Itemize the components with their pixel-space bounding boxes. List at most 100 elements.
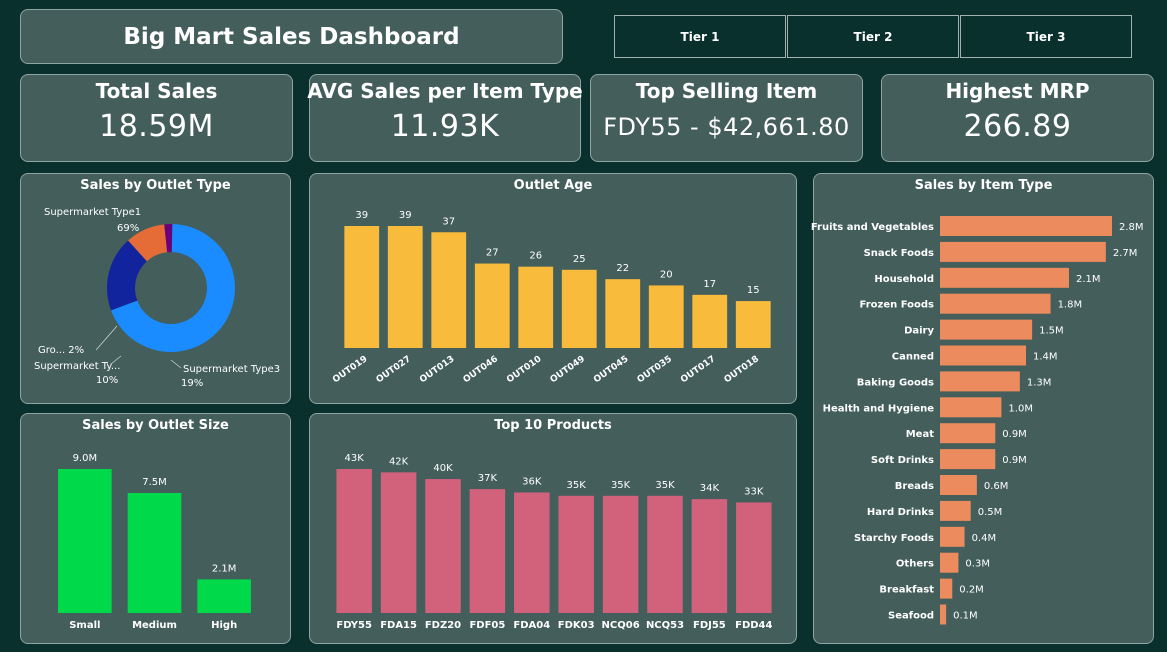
kpi-avg-sales-label: AVG Sales per Item Type [307, 79, 583, 103]
bar [469, 489, 506, 613]
outlet-type-chart-panel: Sales by Outlet Type Supermarket Type1 69… [20, 173, 291, 404]
bar [940, 345, 1026, 366]
y-tick-label: Health and Hygiene [823, 403, 935, 414]
outlet-size-chart-panel: Sales by Outlet Size 9.0M Small 7.5M Medium… [20, 413, 291, 644]
bar-value-label: 39 [355, 210, 368, 221]
bar-value-label: 0.1M [953, 611, 978, 622]
bar [692, 294, 728, 348]
x-tick-label: OUT019 [331, 354, 369, 385]
bar [940, 552, 959, 573]
y-tick-label: Breads [895, 481, 934, 492]
slicer-tier-1[interactable]: Tier 1 [614, 15, 786, 58]
bar-value-label: 22 [616, 263, 629, 274]
y-tick-label: Soft Drinks [871, 455, 934, 466]
bar [602, 495, 639, 613]
y-tick-label: Snack Foods [864, 248, 934, 259]
dashboard-title: Big Mart Sales Dashboard [123, 23, 460, 50]
bar [940, 371, 1020, 392]
x-tick-label: OUT045 [592, 354, 630, 385]
x-tick-label: FDA04 [513, 620, 550, 631]
x-tick-label: FDY55 [336, 620, 372, 631]
bar [940, 475, 977, 495]
x-tick-label: FDK03 [558, 620, 595, 631]
kpi-avg-sales-value: 11.93K [390, 109, 500, 144]
bar [558, 495, 594, 613]
bar-value-label: 37 [442, 216, 455, 227]
bar-value-label: 40K [433, 463, 453, 474]
bar-value-label: 39 [399, 210, 412, 221]
bar [940, 578, 953, 599]
bar [940, 604, 947, 625]
bar-value-label: 7.5M [142, 477, 167, 488]
bar-value-label: 34K [700, 483, 720, 494]
donut-label: Supermarket Ty... [34, 361, 120, 372]
bar-value-label: 1.5M [1039, 326, 1064, 337]
bar-value-label: 35K [611, 480, 631, 491]
bar [380, 472, 417, 613]
bar [736, 502, 772, 613]
y-tick-label: Others [896, 559, 934, 570]
y-tick-label: Frozen Foods [860, 300, 935, 311]
y-tick-label: Hard Drinks [867, 507, 934, 518]
x-tick-label: OUT017 [679, 354, 717, 385]
bar-value-label: 17 [703, 279, 716, 290]
bar [940, 449, 996, 470]
bar-value-label: 0.3M [965, 559, 990, 570]
donut-leader-line [170, 359, 182, 369]
y-tick-label: Canned [892, 352, 934, 363]
bar [431, 232, 467, 348]
bar-value-label: 15 [747, 285, 760, 296]
x-tick-label: OUT046 [462, 354, 500, 385]
kpi-top-item-label: Top Selling Item [635, 79, 818, 103]
kpi-top-item-value: FDY55 - $42,661.80 [603, 113, 850, 141]
x-tick-label: OUT035 [636, 354, 674, 385]
x-tick-label: NCQ06 [602, 620, 640, 631]
y-tick-label: Meat [906, 429, 934, 440]
bar [387, 226, 423, 348]
bar-value-label: 26 [529, 251, 542, 262]
bar [425, 479, 461, 613]
bar-value-label: 0.9M [1002, 455, 1027, 466]
slicer-tier-2[interactable]: Tier 2 [787, 15, 959, 58]
outlet-type-donut-chart: Supermarket Type1 69% Supermarket Type3 19%… [34, 207, 280, 389]
kpi-highest-mrp-label: Highest MRP [945, 79, 1090, 103]
bar [605, 279, 641, 348]
kpi-total-sales-value: 18.59M [99, 109, 214, 144]
bar-value-label: 33K [744, 486, 764, 497]
item-type-bar-chart: Fruits and Vegetables 2.8M Snack Foods 2.7M… [811, 216, 1144, 625]
donut-pct-label: 10% [96, 375, 118, 386]
bar [648, 285, 684, 348]
top-products-bar-chart: 43K FDY55 42K FDA15 40K FDZ20 37K FDF05 36K FDA04… [336, 453, 772, 631]
x-tick-label: FDJ55 [693, 620, 726, 631]
bar [940, 526, 965, 547]
bar-value-label: 0.4M [972, 533, 997, 544]
top-products-chart-panel: Top 10 Products 43K FDY55 42K FDA15 40K FDZ20… [309, 413, 797, 644]
bar-value-label: 42K [389, 456, 409, 467]
bar-value-label: 0.5M [978, 507, 1003, 518]
x-tick-label: High [211, 620, 237, 631]
x-tick-label: OUT013 [418, 354, 456, 385]
y-tick-label: Fruits and Vegetables [811, 222, 934, 233]
x-tick-label: FDD44 [735, 620, 772, 631]
kpi-total-sales: Total Sales 18.59M [20, 74, 293, 162]
y-tick-label: Baking Goods [857, 377, 934, 388]
donut-leader-line [95, 325, 118, 351]
bar [336, 469, 372, 613]
bar [474, 263, 510, 348]
x-tick-label: NCQ53 [646, 620, 684, 631]
slicer-tier-3[interactable]: Tier 3 [960, 15, 1132, 58]
outlet-size-bar-chart: 9.0M Small 7.5M Medium 2.1M High [58, 453, 251, 631]
donut-pct-label: 69% [117, 223, 139, 234]
bar-value-label: 9.0M [73, 453, 98, 464]
bar [58, 469, 112, 613]
bar-value-label: 1.3M [1027, 377, 1052, 388]
x-tick-label: FDA15 [380, 620, 417, 631]
bar [940, 293, 1051, 314]
bar-value-label: 35K [655, 480, 675, 491]
bar-value-label: 27 [486, 248, 499, 259]
kpi-avg-sales: AVG Sales per Item Type 11.93K [307, 74, 583, 162]
bar [197, 579, 251, 613]
bar [691, 499, 728, 613]
x-tick-label: Small [69, 620, 100, 631]
bar-value-label: 0.9M [1002, 429, 1027, 440]
